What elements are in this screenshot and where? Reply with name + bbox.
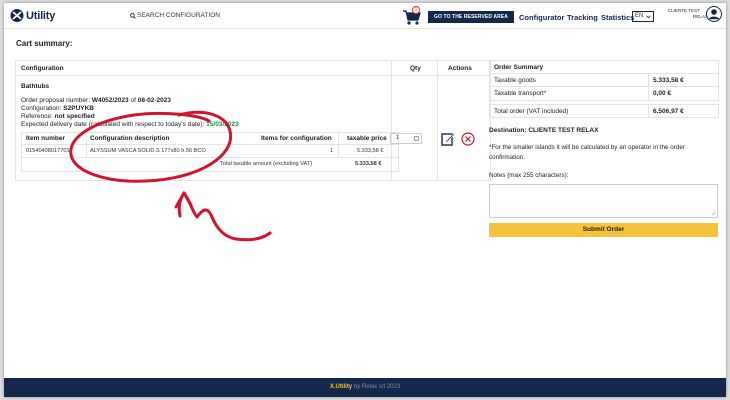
configuration-items-table: Item number Configuration description It…	[21, 132, 399, 172]
summary-value: 0,00 €	[653, 90, 672, 97]
chevron-down-icon	[646, 15, 651, 19]
language-value: EN	[635, 13, 644, 19]
cart-count-badge: 1	[412, 6, 420, 14]
order-proposal-line: Order proposal number: W4052/2023 of 08-…	[21, 97, 171, 104]
reference-line: Reference: not specified	[21, 113, 95, 120]
delivery-date: 15/03/2023	[206, 121, 239, 128]
quantity-value: 1	[396, 135, 400, 141]
configuration-description: ALYSSUM VASCA SOLID.S 177x80 h.56 BCO	[90, 148, 206, 154]
reserved-area-button[interactable]: GO TO THE RESERVED AREA	[428, 11, 514, 23]
cart-configuration-card: Configuration Qty Actions Bathtubs Order…	[15, 60, 491, 181]
column-configuration: Configuration	[21, 65, 64, 72]
items-count: 1	[330, 148, 334, 154]
summary-title-row: Order Summary	[490, 61, 718, 74]
cart-table-header: Configuration Qty Actions	[16, 61, 490, 76]
search-configuration-link[interactable]: SEARCH CONFIGURATION	[130, 12, 220, 19]
table-row: 01540408017701 ALYSSUM VASCA SOLID.S 177…	[22, 145, 398, 158]
quantity-stepper[interactable]: 1	[390, 133, 422, 144]
summary-total-row: Total order (VAT included) 6.506,97 €	[489, 104, 719, 118]
header-items-for-configuration: Items for configuration	[261, 135, 332, 142]
footer-text: by Relax srl 2023	[352, 384, 401, 390]
reference-value: not specified	[54, 113, 95, 120]
header-taxable-price: taxable price	[347, 135, 387, 142]
order-date: 08-02-2023	[137, 97, 171, 104]
summary-value: 5.333,58 €	[653, 77, 684, 84]
app-window: Utility SEARCH CONFIGURATION 1 GO TO THE…	[4, 3, 726, 397]
nav-tracking[interactable]: Tracking	[567, 13, 598, 22]
product-group-title: Bathtubs	[21, 83, 50, 90]
items-table-header: Item number Configuration description It…	[22, 133, 398, 145]
configuration-code-line: Configuration: S2PUYKB	[21, 105, 94, 112]
notes-textarea[interactable]	[489, 184, 718, 218]
header-item-number: Item number	[26, 135, 66, 142]
transport-note: *For the smaller islands it will be calc…	[489, 144, 685, 161]
total-value: 5.333,58 €	[355, 161, 382, 167]
configuration-code: S2PUYKB	[63, 105, 94, 112]
delivery-date-line: Expected delivery date (calculated with …	[21, 121, 239, 128]
summary-label: Taxable transport*	[494, 90, 547, 97]
footer-brand: X.Utility	[329, 384, 353, 390]
avatar-icon[interactable]	[706, 6, 722, 22]
spinner-icon[interactable]	[414, 136, 419, 141]
column-actions: Actions	[448, 65, 472, 72]
column-qty: Qty	[410, 65, 421, 72]
submit-order-button[interactable]: Submit Order	[489, 223, 718, 237]
nav-configurator[interactable]: Configurator	[519, 13, 564, 22]
taxable-price: 5.333,58 €	[357, 148, 384, 154]
item-number: 01540408017701	[26, 148, 70, 154]
search-icon	[130, 12, 136, 19]
nav-statistics[interactable]: Statistics	[601, 13, 634, 22]
footer: X.Utility by Relax srl 2023	[4, 378, 726, 397]
logo[interactable]: Utility	[10, 9, 55, 22]
total-row: Total taxable amount (excluding VAT) 5.3…	[22, 158, 398, 171]
total-label: Total taxable amount (excluding VAT)	[220, 161, 313, 167]
summary-row: Taxable transport* 0,00 €	[490, 87, 718, 100]
annotation-arrow	[177, 191, 272, 242]
summary-row: Taxable goods 5.333,58 €	[490, 74, 718, 87]
logo-text: Utility	[26, 9, 56, 22]
order-number: W4052/2023	[91, 97, 129, 104]
order-summary-table: Order Summary Taxable goods 5.333,58 € T…	[489, 60, 719, 101]
top-navbar: Utility SEARCH CONFIGURATION 1 GO TO THE…	[4, 3, 726, 29]
column-divider	[437, 61, 438, 180]
total-order-value: 6.506,97 €	[653, 108, 684, 115]
page-title: Cart summary:	[16, 39, 73, 48]
resize-grip-icon[interactable]	[711, 211, 716, 216]
delete-icon[interactable]	[461, 132, 475, 146]
logo-icon	[10, 9, 24, 22]
search-label: SEARCH CONFIGURATION	[137, 12, 220, 19]
user-name-line2: RELAX	[692, 14, 708, 19]
total-order-label: Total order (VAT included)	[494, 108, 569, 115]
notes-label: Notes (max 255 characters):	[489, 172, 569, 179]
edit-icon[interactable]	[441, 132, 455, 146]
summary-label: Taxable goods	[494, 77, 536, 84]
cart-button[interactable]: 1	[403, 6, 423, 25]
destination: Destination: CLIENTE TEST RELAX	[489, 127, 599, 134]
order-summary-title: Order Summary	[494, 64, 544, 71]
language-select[interactable]: EN	[632, 11, 654, 22]
header-configuration-description: Configuration description	[90, 135, 170, 142]
annotation-arrowhead	[174, 191, 193, 209]
